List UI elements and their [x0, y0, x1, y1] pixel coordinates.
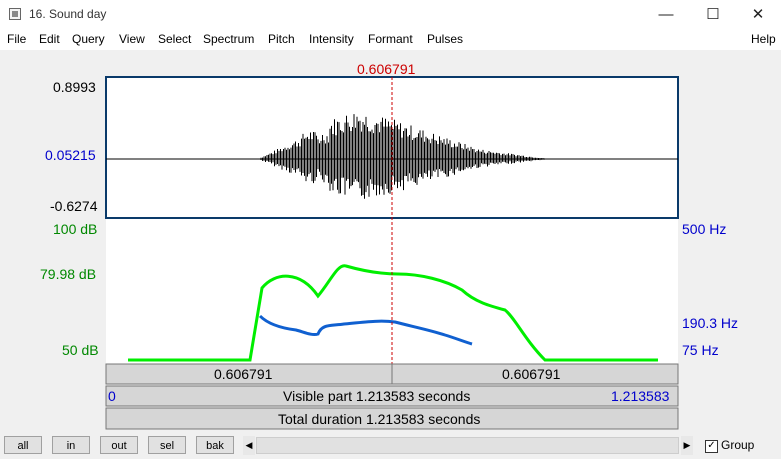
- zoom-in-button[interactable]: in: [52, 436, 90, 454]
- visible-part-label: Visible part 1.213583 seconds: [283, 388, 471, 404]
- cursor-time-label: 0.606791: [357, 61, 416, 77]
- sound-editor-area: 0.606791 0.8993 0.05215 -0.6274 100 dB 7…: [0, 50, 781, 431]
- intensity-bottom-label: 50 dB: [62, 342, 99, 358]
- zoom-all-button[interactable]: all: [4, 436, 42, 454]
- maximize-button[interactable]: ☐: [690, 0, 736, 30]
- segment-left-label: 0.606791: [214, 366, 273, 382]
- wave-min-label: -0.6274: [50, 198, 98, 214]
- zoom-out-button[interactable]: out: [100, 436, 138, 454]
- pitch-bottom-label: 75 Hz: [682, 342, 719, 358]
- segment-right-label: 0.606791: [502, 366, 561, 382]
- scroll-left-icon[interactable]: ◀: [243, 436, 255, 455]
- visible-start-label: 0: [108, 388, 116, 404]
- editor-canvas[interactable]: [0, 50, 781, 431]
- menu-pitch[interactable]: Pitch: [268, 32, 295, 46]
- close-button[interactable]: ✕: [735, 0, 781, 30]
- bottom-toolbar: all in out sel bak ◀ ▶: [0, 431, 781, 459]
- title-bar: 16. Sound day — ☐ ✕: [0, 0, 781, 30]
- menu-formant[interactable]: Formant: [368, 32, 413, 46]
- group-label: Group: [721, 438, 755, 452]
- menu-spectrum[interactable]: Spectrum: [203, 32, 254, 46]
- intensity-mid-label: 79.98 dB: [40, 266, 97, 282]
- pitch-top-label: 500 Hz: [682, 221, 727, 237]
- horizontal-scrollbar[interactable]: ◀ ▶: [243, 436, 694, 455]
- wave-zero-label: 0.05215: [45, 147, 96, 163]
- wave-max-label: 0.8993: [53, 79, 96, 95]
- window-title: 16. Sound day: [29, 7, 107, 21]
- menu-file[interactable]: File: [7, 32, 26, 46]
- total-duration-label: Total duration 1.213583 seconds: [278, 411, 481, 427]
- scroll-right-icon[interactable]: ▶: [681, 436, 693, 455]
- intensity-top-label: 100 dB: [53, 221, 98, 237]
- menu-view[interactable]: View: [119, 32, 145, 46]
- pitch-mid-label: 190.3 Hz: [682, 315, 739, 331]
- scroll-thumb[interactable]: [256, 437, 679, 454]
- menu-select[interactable]: Select: [158, 32, 191, 46]
- group-checkbox[interactable]: ✓: [705, 440, 718, 453]
- menu-query[interactable]: Query: [72, 32, 105, 46]
- menu-pulses[interactable]: Pulses: [427, 32, 463, 46]
- menu-intensity[interactable]: Intensity: [309, 32, 354, 46]
- minimize-button[interactable]: —: [643, 0, 689, 30]
- menu-edit[interactable]: Edit: [39, 32, 60, 46]
- menu-bar: File Edit Query View Select Spectrum Pit…: [0, 30, 781, 50]
- zoom-sel-button[interactable]: sel: [148, 436, 186, 454]
- zoom-back-button[interactable]: bak: [196, 436, 234, 454]
- menu-help[interactable]: Help: [751, 32, 776, 46]
- visible-end-label: 1.213583: [611, 388, 670, 404]
- app-icon: [9, 8, 21, 20]
